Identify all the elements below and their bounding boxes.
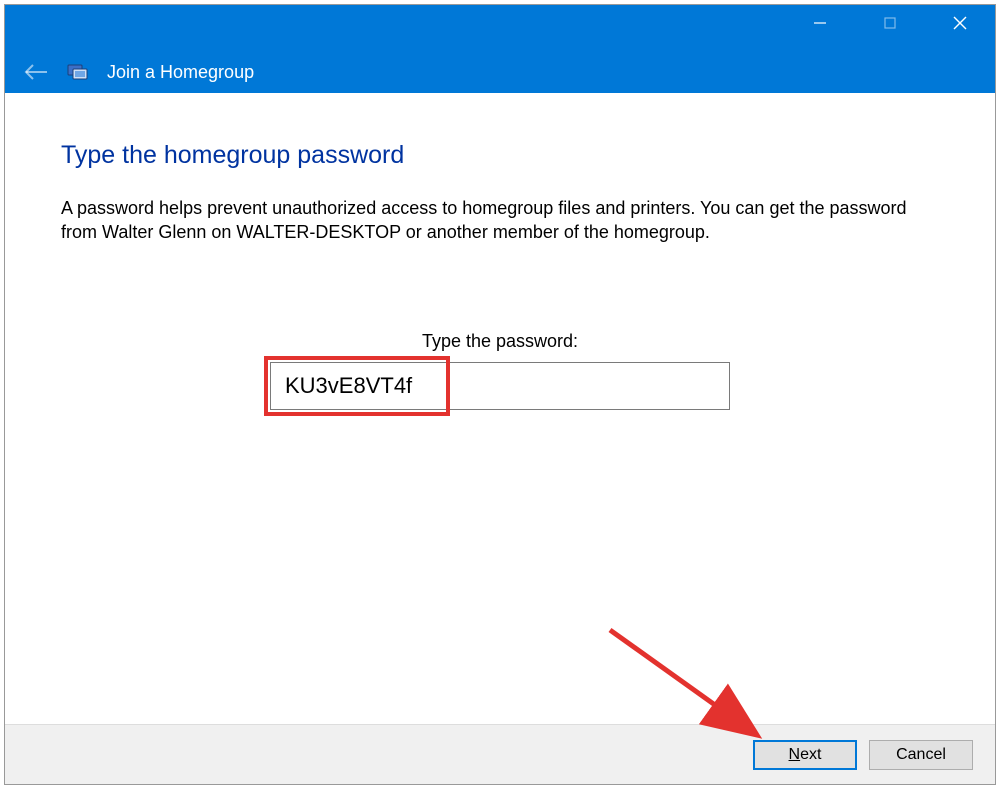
next-button-rest: ext	[800, 746, 821, 764]
titlebar: Join a Homegroup	[5, 5, 995, 93]
next-button[interactable]: Next	[753, 740, 857, 770]
dialog-window: Join a Homegroup Type the homegroup pass…	[4, 4, 996, 785]
password-block: Type the password:	[61, 331, 939, 410]
homegroup-icon	[67, 61, 89, 83]
minimize-button[interactable]	[785, 5, 855, 41]
header-row: Join a Homegroup	[23, 61, 254, 83]
back-arrow-icon	[23, 63, 49, 81]
minimize-icon	[813, 16, 827, 30]
window-controls	[785, 5, 995, 41]
content-area: Type the homegroup password A password h…	[5, 93, 995, 724]
maximize-button[interactable]	[855, 5, 925, 41]
next-button-hotkey: N	[789, 746, 801, 764]
maximize-icon	[883, 16, 897, 30]
close-button[interactable]	[925, 5, 995, 41]
back-button[interactable]	[23, 63, 49, 81]
page-heading: Type the homegroup password	[61, 141, 939, 170]
window-title: Join a Homegroup	[107, 62, 254, 83]
close-icon	[952, 15, 968, 31]
password-input[interactable]	[270, 362, 730, 410]
password-input-wrap	[270, 362, 730, 410]
footer: Next Cancel	[5, 724, 995, 784]
page-description: A password helps prevent unauthorized ac…	[61, 196, 931, 245]
password-label: Type the password:	[61, 331, 939, 352]
cancel-button[interactable]: Cancel	[869, 740, 973, 770]
